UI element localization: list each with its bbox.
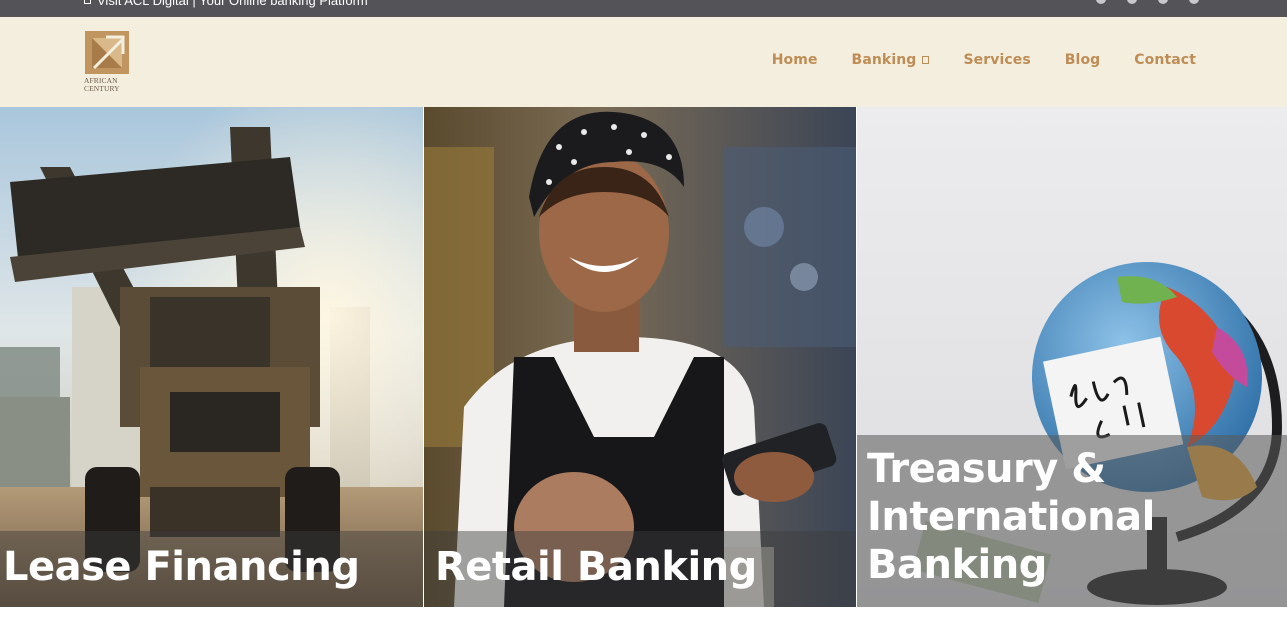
logo-text: AFRICAN CENTURY bbox=[84, 77, 132, 93]
nav-banking-label: Banking bbox=[851, 52, 917, 68]
nav-services[interactable]: Services bbox=[963, 52, 1030, 68]
social-links bbox=[1096, 0, 1199, 4]
monitor-icon bbox=[84, 0, 91, 4]
nav-home-label: Home bbox=[771, 52, 818, 68]
nav-blog[interactable]: Blog bbox=[1065, 52, 1101, 68]
topbar-message[interactable]: Visit ACL Digital | Your Online banking … bbox=[84, 0, 368, 8]
twitter-icon[interactable] bbox=[1127, 0, 1137, 4]
nav-banking[interactable]: Banking bbox=[852, 52, 930, 68]
chevron-down-icon bbox=[922, 56, 930, 64]
site-header: AFRICAN CENTURY Home Banking Services Bl… bbox=[0, 17, 1287, 107]
panel-lease-financing[interactable]: Lease Financing bbox=[0, 107, 423, 607]
nav-contact[interactable]: Contact bbox=[1134, 52, 1196, 68]
panel-title-line-2: International bbox=[867, 494, 1155, 540]
panel-title: Retail Banking bbox=[424, 531, 856, 607]
instagram-icon[interactable] bbox=[1189, 0, 1199, 4]
logo[interactable]: AFRICAN CENTURY bbox=[84, 30, 132, 96]
linkedin-icon[interactable] bbox=[1158, 0, 1168, 4]
top-bar: Visit ACL Digital | Your Online banking … bbox=[0, 0, 1287, 17]
panel-title-line-1: Treasury & bbox=[867, 446, 1106, 492]
panel-title: Treasury & International Banking bbox=[857, 435, 1287, 607]
main-nav: Home Banking Services Blog Contact bbox=[772, 52, 1196, 68]
logo-line-2: CENTURY bbox=[84, 84, 120, 93]
panel-retail-banking[interactable]: Retail Banking bbox=[424, 107, 856, 607]
panel-title-line-3: Banking bbox=[867, 542, 1047, 588]
panel-title: Lease Financing bbox=[0, 531, 423, 607]
nav-blog-label: Blog bbox=[1064, 52, 1101, 68]
panel-treasury-international[interactable]: Treasury & International Banking bbox=[857, 107, 1287, 607]
hero-panels: Lease Financing Retail Banking Treasury … bbox=[0, 107, 1287, 607]
facebook-icon[interactable] bbox=[1096, 0, 1106, 4]
page-body-start bbox=[0, 607, 1287, 634]
nav-home[interactable]: Home bbox=[772, 52, 818, 68]
nav-services-label: Services bbox=[963, 52, 1031, 68]
african-century-logo-mark bbox=[85, 31, 129, 74]
topbar-message-text: Visit ACL Digital | Your Online banking … bbox=[97, 0, 368, 8]
nav-contact-label: Contact bbox=[1134, 52, 1196, 68]
